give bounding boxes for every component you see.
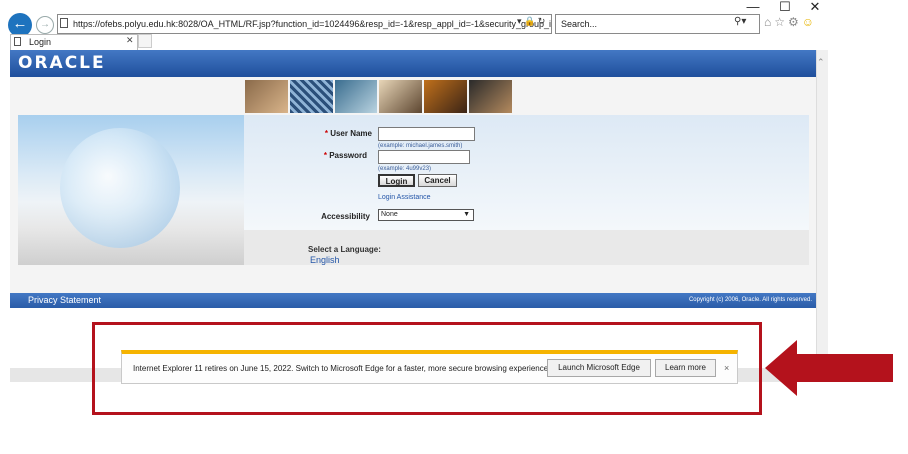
scroll-up-icon[interactable]: ⌃ bbox=[817, 57, 825, 68]
photo bbox=[379, 80, 423, 113]
photo bbox=[245, 80, 288, 113]
close-window-button[interactable]: ✕ bbox=[805, 0, 825, 14]
page-icon bbox=[60, 18, 68, 28]
red-arrow-icon bbox=[765, 340, 893, 396]
chevron-down-icon[interactable]: ▾ bbox=[517, 16, 522, 26]
globe-image bbox=[60, 128, 180, 248]
privacy-statement-link[interactable]: Privacy Statement bbox=[28, 295, 101, 305]
password-hint: (example: 4u99v23) bbox=[378, 166, 432, 172]
address-bar-actions: ▾ 🔒 ↻ bbox=[517, 16, 545, 27]
photo bbox=[289, 80, 333, 113]
star-icon[interactable]: ☆ bbox=[774, 15, 788, 29]
gear-icon[interactable]: ⚙ bbox=[788, 15, 802, 29]
notification-message: Internet Explorer 11 retires on June 15,… bbox=[133, 364, 551, 373]
username-label: * User Name bbox=[324, 129, 372, 138]
username-hint: (example: michael.james.smith) bbox=[378, 143, 463, 149]
photo bbox=[424, 80, 468, 113]
page-icon bbox=[14, 37, 21, 46]
language-label: Select a Language: bbox=[308, 245, 381, 254]
password-label: * Password bbox=[323, 151, 367, 160]
launch-edge-button[interactable]: Launch Microsoft Edge bbox=[547, 359, 651, 377]
login-assistance-link[interactable]: Login Assistance bbox=[378, 194, 431, 201]
username-input[interactable] bbox=[378, 127, 475, 141]
search-input[interactable]: Search... bbox=[555, 14, 760, 34]
search-icon[interactable]: ⚲▾ bbox=[734, 16, 746, 27]
login-button[interactable]: Login bbox=[378, 174, 415, 187]
oracle-logo: ORACLE bbox=[18, 53, 106, 73]
password-input[interactable] bbox=[378, 150, 470, 164]
minimize-button[interactable]: — bbox=[743, 0, 763, 14]
accessibility-label: Accessibility bbox=[321, 212, 370, 221]
lock-icon[interactable]: 🔒 bbox=[524, 16, 535, 26]
language-english-link[interactable]: English bbox=[310, 255, 340, 265]
toolbar-icons: ⌂☆⚙☺ bbox=[764, 15, 817, 29]
new-tab-button[interactable] bbox=[138, 34, 152, 48]
cancel-button[interactable]: Cancel bbox=[418, 174, 457, 187]
maximize-button[interactable]: ☐ bbox=[775, 0, 795, 14]
learn-more-button[interactable]: Learn more bbox=[655, 359, 716, 377]
close-icon[interactable]: × bbox=[724, 363, 729, 373]
copyright-text: Copyright (c) 2006, Oracle. All rights r… bbox=[688, 297, 812, 303]
oracle-header bbox=[10, 50, 816, 77]
photo bbox=[469, 80, 512, 113]
address-bar[interactable]: https://ofebs.polyu.edu.hk:8028/OA_HTML/… bbox=[57, 14, 552, 34]
close-icon[interactable]: ✕ bbox=[126, 35, 134, 46]
chevron-down-icon: ▼ bbox=[463, 211, 470, 218]
forward-arrow-icon[interactable]: → bbox=[36, 16, 54, 34]
header-photo-strip bbox=[245, 80, 512, 113]
photo bbox=[334, 80, 378, 113]
tab-login[interactable]: Login bbox=[10, 34, 138, 50]
smiley-icon[interactable]: ☺ bbox=[802, 15, 817, 29]
accessibility-select[interactable]: None ▼ bbox=[378, 209, 474, 221]
vertical-scrollbar[interactable] bbox=[816, 50, 828, 382]
refresh-icon[interactable]: ↻ bbox=[538, 16, 546, 26]
home-icon[interactable]: ⌂ bbox=[764, 15, 774, 29]
